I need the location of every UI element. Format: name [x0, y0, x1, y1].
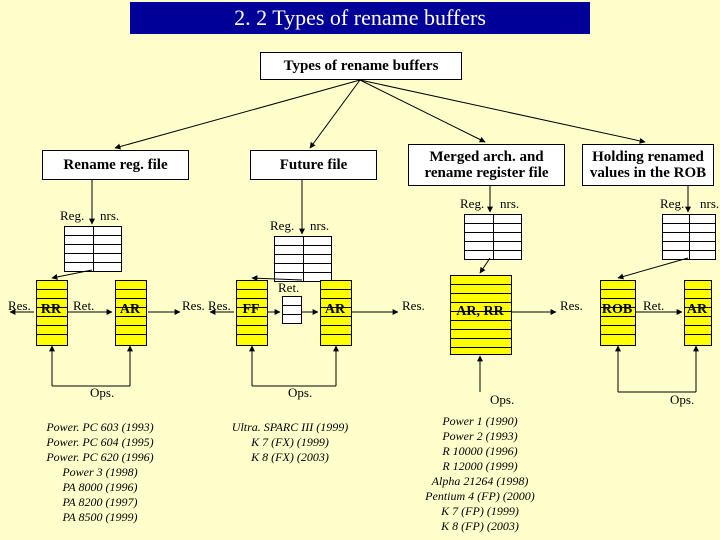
slide-title: 2. 2 Types of rename buffers — [130, 2, 590, 34]
branch-future-file: Future file — [250, 150, 377, 180]
reg-table-3 — [464, 214, 522, 260]
label-ar-1: AR — [115, 302, 145, 318]
label-ops-3: Ops. — [490, 392, 514, 408]
label-nrs-4: nrs. — [700, 196, 719, 212]
label-reg-4: Reg. — [660, 196, 684, 212]
label-ops-2: Ops. — [288, 385, 312, 401]
label-res-3: Res. — [560, 298, 583, 314]
label-ar-4: AR — [682, 302, 712, 318]
reg-table-1 — [64, 226, 122, 272]
examples-col1: Power. PC 603 (1993)Power. PC 604 (1995)… — [20, 420, 180, 525]
examples-col3: Power 1 (1990)Power 2 (1993)R 10000 (199… — [400, 414, 560, 534]
label-ar-2: AR — [320, 302, 350, 318]
label-res-2a: Res. — [208, 298, 231, 314]
label-ret-1: Ret. — [73, 298, 94, 314]
label-ff: FF — [236, 302, 266, 318]
label-reg-1: Reg. — [60, 208, 84, 224]
label-nrs-2: nrs. — [310, 218, 329, 234]
label-rr: RR — [36, 302, 66, 318]
label-ret-2: Ret. — [278, 280, 299, 296]
label-ops-4: Ops. — [670, 392, 694, 408]
label-ops-1: Ops. — [90, 385, 114, 401]
label-rob: ROB — [598, 302, 636, 318]
label-arrr: AR, RR — [450, 304, 510, 320]
label-reg-2: Reg. — [270, 218, 294, 234]
label-reg-3: Reg. — [460, 196, 484, 212]
examples-col2: Ultra. SPARC III (1999)K 7 (FX) (1999)K … — [210, 420, 370, 465]
label-res-1a: Res. — [8, 298, 31, 314]
reg-table-2 — [274, 236, 332, 282]
label-res-2b: Res. — [402, 298, 425, 314]
reg-table-4 — [662, 214, 716, 260]
label-nrs-3: nrs. — [500, 196, 519, 212]
label-ret-4: Ret. — [643, 298, 664, 314]
branch-merged-file: Merged arch. and rename register file — [408, 144, 565, 186]
root-node: Types of rename buffers — [260, 52, 462, 80]
branch-rename-reg-file: Rename reg. file — [42, 150, 189, 180]
ret-table-2 — [282, 296, 302, 324]
label-res-1b: Res. — [182, 298, 205, 314]
branch-rob: Holding renamed values in the ROB — [582, 144, 714, 186]
label-nrs-1: nrs. — [100, 208, 119, 224]
